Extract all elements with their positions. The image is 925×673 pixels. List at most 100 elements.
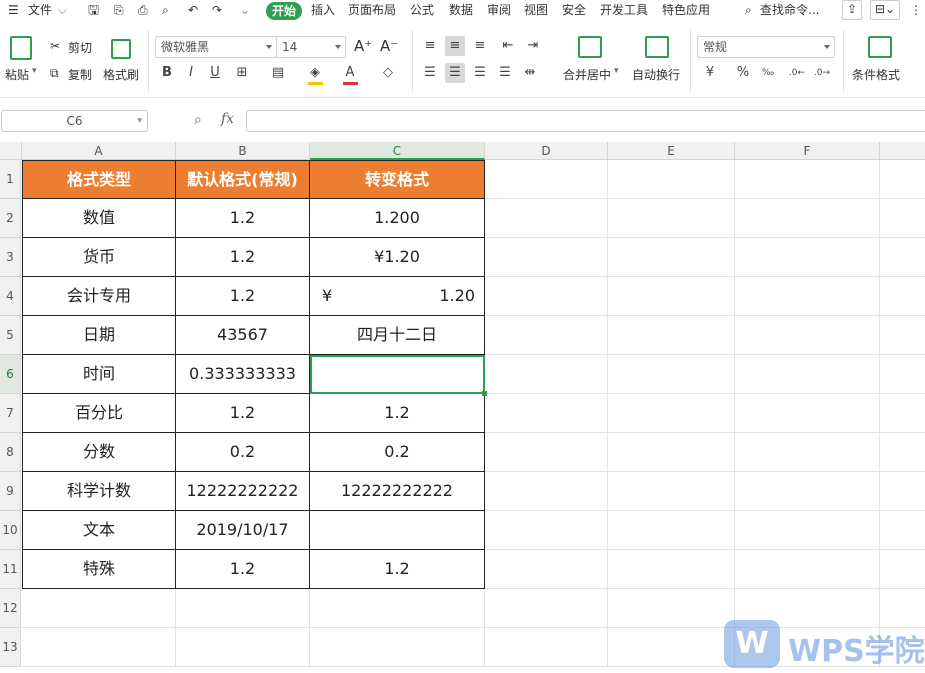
table-cell-b10[interactable]: 2019/10/17 xyxy=(176,511,310,550)
empty-cell[interactable] xyxy=(608,511,735,550)
empty-cell[interactable] xyxy=(735,472,880,511)
row-header-12[interactable]: 12 xyxy=(0,589,21,628)
undo-icon[interactable]: ↶ xyxy=(188,2,198,19)
empty-cell[interactable] xyxy=(485,394,608,433)
empty-cell[interactable] xyxy=(608,355,735,394)
share-icon[interactable]: ⇪ xyxy=(842,0,862,20)
menu-file[interactable]: 文件 xyxy=(28,2,52,19)
empty-cell[interactable] xyxy=(310,628,485,667)
align-middle-icon[interactable]: ≡ xyxy=(445,36,465,56)
tab-review[interactable]: 审阅 xyxy=(487,2,511,19)
empty-cell[interactable] xyxy=(608,238,735,277)
empty-cell[interactable] xyxy=(485,316,608,355)
column-header-b[interactable]: B xyxy=(176,142,310,160)
empty-cell[interactable] xyxy=(735,394,880,433)
fill-handle[interactable] xyxy=(482,391,487,396)
cut-button[interactable]: 剪切 xyxy=(68,39,92,56)
tab-insert[interactable]: 插入 xyxy=(311,2,335,19)
format-painter-button[interactable]: 格式刷 xyxy=(103,66,139,83)
empty-cell[interactable] xyxy=(735,511,880,550)
align-bottom-icon[interactable]: ≡ xyxy=(470,36,490,56)
empty-cell[interactable] xyxy=(22,628,176,667)
column-header-a[interactable]: A xyxy=(22,142,176,160)
row-header-9[interactable]: 9 xyxy=(0,472,21,511)
conditional-format-icon[interactable] xyxy=(868,36,892,58)
merge-center-icon[interactable] xyxy=(578,36,602,58)
tab-view[interactable]: 视图 xyxy=(524,2,548,19)
formula-input[interactable] xyxy=(246,110,925,132)
column-header-d[interactable]: D xyxy=(485,142,608,160)
table-header-cell[interactable]: 默认格式(常规) xyxy=(176,160,310,199)
empty-cell[interactable] xyxy=(735,199,880,238)
export-icon[interactable]: ⎘ xyxy=(114,2,124,19)
table-cell-b4[interactable]: 1.2 xyxy=(176,277,310,316)
row-header-10[interactable]: 10 xyxy=(0,511,21,550)
empty-cell[interactable] xyxy=(608,160,735,199)
table-header-cell[interactable]: 转变格式 xyxy=(310,160,485,199)
empty-cell[interactable] xyxy=(22,589,176,628)
wrap-text-button[interactable]: 自动换行 xyxy=(632,66,680,83)
increase-indent-icon[interactable]: ⇥ xyxy=(523,36,543,56)
command-search[interactable]: 查找命令... xyxy=(760,2,819,19)
empty-cell[interactable] xyxy=(608,550,735,589)
number-format-select[interactable]: 常规 xyxy=(697,36,835,58)
row-header-4[interactable]: 4 xyxy=(0,277,21,316)
table-cell-c11[interactable]: 1.2 xyxy=(310,550,485,589)
table-cell-a3[interactable]: 货币 xyxy=(22,238,176,277)
name-box[interactable]: C6 ▾ xyxy=(1,110,148,132)
empty-cell[interactable] xyxy=(608,316,735,355)
empty-cell[interactable] xyxy=(485,472,608,511)
fx-icon[interactable]: fx xyxy=(221,111,234,127)
decrease-font-icon[interactable]: A⁻ xyxy=(380,37,398,55)
empty-cell[interactable] xyxy=(485,238,608,277)
table-cell-b5[interactable]: 43567 xyxy=(176,316,310,355)
row-header-5[interactable]: 5 xyxy=(0,316,21,355)
empty-cell[interactable] xyxy=(735,355,880,394)
row-header-2[interactable]: 2 xyxy=(0,199,21,238)
font-size-select[interactable]: 14 xyxy=(276,36,346,58)
table-cell-c3[interactable]: ¥1.20 xyxy=(310,238,485,277)
column-header-c[interactable]: C xyxy=(310,142,485,160)
empty-cell[interactable] xyxy=(485,511,608,550)
wrap-text-icon[interactable] xyxy=(645,36,669,58)
row-header-13[interactable]: 13 xyxy=(0,628,21,667)
more-icon[interactable]: ⋮ xyxy=(910,2,922,19)
percent-button[interactable]: % xyxy=(733,63,753,83)
justify-icon[interactable]: ☰ xyxy=(495,63,515,83)
row-header-3[interactable]: 3 xyxy=(0,238,21,277)
empty-cell[interactable] xyxy=(485,628,608,667)
row-header-1[interactable]: 1 xyxy=(0,160,21,199)
empty-cell[interactable] xyxy=(608,394,735,433)
font-name-select[interactable]: 微软雅黑 xyxy=(155,36,277,58)
align-left-icon[interactable]: ☰ xyxy=(420,63,440,83)
empty-cell[interactable] xyxy=(485,550,608,589)
decrease-indent-icon[interactable]: ⇤ xyxy=(498,36,518,56)
empty-cell[interactable] xyxy=(608,433,735,472)
row-header-11[interactable]: 11 xyxy=(0,550,21,589)
empty-cell[interactable] xyxy=(485,355,608,394)
customize-icon[interactable]: ⌄ xyxy=(240,2,250,19)
empty-cell[interactable] xyxy=(735,238,880,277)
empty-cell[interactable] xyxy=(735,433,880,472)
empty-cell[interactable] xyxy=(880,238,925,277)
template-icon[interactable]: ⊟⌄ xyxy=(870,0,900,20)
empty-cell[interactable] xyxy=(176,589,310,628)
table-cell-a9[interactable]: 科学计数 xyxy=(22,472,176,511)
tab-home[interactable]: 开始 xyxy=(266,2,303,20)
paste-icon[interactable] xyxy=(10,36,32,60)
bold-button[interactable]: B xyxy=(157,63,177,83)
tab-features[interactable]: 特色应用 xyxy=(662,2,710,19)
increase-font-icon[interactable]: A⁺ xyxy=(354,37,372,55)
table-cell-a5[interactable]: 日期 xyxy=(22,316,176,355)
empty-cell[interactable] xyxy=(880,394,925,433)
empty-cell[interactable] xyxy=(608,199,735,238)
empty-cell[interactable] xyxy=(608,628,735,667)
table-cell-b2[interactable]: 1.2 xyxy=(176,199,310,238)
empty-cell[interactable] xyxy=(880,277,925,316)
table-cell-b8[interactable]: 0.2 xyxy=(176,433,310,472)
print-preview-icon[interactable]: ⌕ xyxy=(162,2,169,19)
empty-cell[interactable] xyxy=(735,550,880,589)
row-header-6[interactable]: 6 xyxy=(0,355,21,394)
empty-cell[interactable] xyxy=(485,160,608,199)
table-cell-c8[interactable]: 0.2 xyxy=(310,433,485,472)
